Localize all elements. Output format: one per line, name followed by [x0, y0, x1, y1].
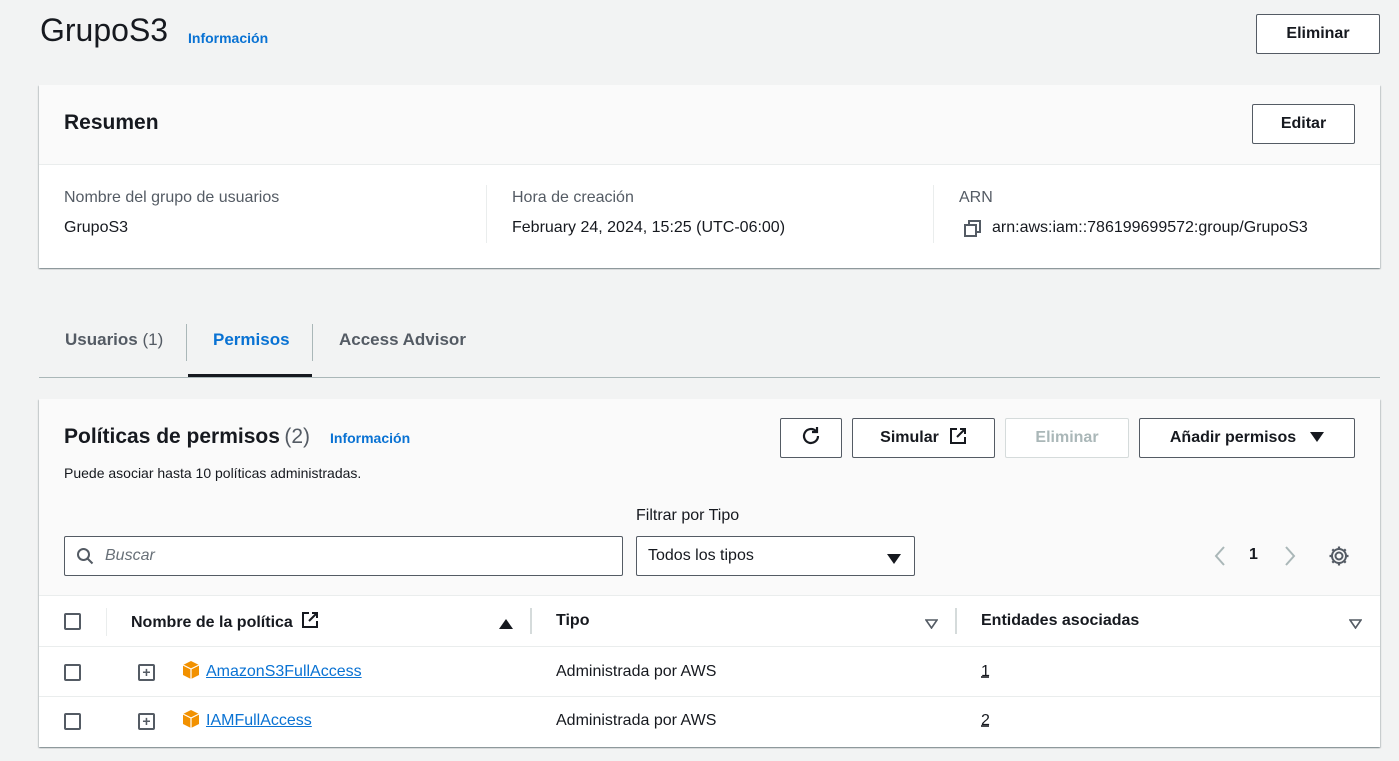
- column-header-policy-name[interactable]: Nombre de la política: [131, 611, 319, 634]
- chevron-left-icon[interactable]: [1214, 545, 1226, 572]
- entities-count[interactable]: 2: [981, 712, 990, 730]
- aws-policy-icon: [181, 709, 201, 734]
- expand-icon[interactable]: +: [138, 713, 155, 730]
- creation-time-value: February 24, 2024, 15:25 (UTC-06:00): [512, 219, 786, 236]
- arn-value: arn:aws:iam::786199699572:group/GrupoS3: [992, 219, 1308, 236]
- edit-button[interactable]: Editar: [1252, 104, 1355, 144]
- gear-icon[interactable]: [1328, 545, 1350, 572]
- external-link-icon: [301, 611, 319, 634]
- policy-link[interactable]: AmazonS3FullAccess: [206, 663, 362, 681]
- copy-icon[interactable]: [964, 220, 982, 243]
- tab-users[interactable]: Usuarios (1): [65, 330, 163, 350]
- policies-info-link[interactable]: Información: [330, 430, 410, 446]
- external-link-icon: [949, 427, 967, 450]
- summary-header: [39, 85, 1380, 165]
- sort-icon[interactable]: [924, 616, 939, 634]
- arn-label: ARN: [959, 189, 993, 206]
- tab-separator: [312, 324, 313, 361]
- policy-type: Administrada por AWS: [556, 663, 717, 680]
- policy-link[interactable]: IAMFullAccess: [206, 712, 312, 730]
- tab-underline: [39, 377, 1380, 378]
- tab-access-advisor[interactable]: Access Advisor: [339, 330, 466, 350]
- col-separator: [530, 608, 532, 634]
- policy-type: Administrada por AWS: [556, 712, 717, 729]
- search-icon: [76, 547, 94, 570]
- search-placeholder: Buscar: [105, 547, 155, 564]
- select-all-checkbox[interactable]: [64, 613, 81, 630]
- search-input[interactable]: Buscar: [64, 536, 623, 576]
- group-name-label: Nombre del grupo de usuarios: [64, 189, 280, 206]
- caret-down-icon: [887, 551, 901, 569]
- filter-label: Filtrar por Tipo: [636, 507, 740, 524]
- group-name-value: GrupoS3: [64, 219, 129, 236]
- col-separator: [106, 608, 107, 636]
- caret-down-icon: [1310, 429, 1325, 447]
- col-separator: [955, 608, 957, 634]
- refresh-icon: [800, 425, 822, 452]
- simulate-button[interactable]: Simular: [852, 418, 995, 458]
- table-row: + AmazonS3FullAccess Administrada por AW…: [39, 647, 1380, 696]
- tab-permissions[interactable]: Permisos: [213, 330, 290, 350]
- table-row: + IAMFullAccess Administrada por AWS 2: [39, 697, 1380, 746]
- sort-icon[interactable]: [1348, 616, 1363, 634]
- expand-icon[interactable]: +: [138, 664, 155, 681]
- refresh-button[interactable]: [780, 418, 842, 458]
- delete-policy-button[interactable]: Eliminar: [1005, 418, 1129, 458]
- tab-separator: [186, 324, 187, 361]
- creation-time-label: Hora de creación: [512, 189, 634, 206]
- divider: [933, 185, 934, 243]
- divider: [486, 185, 487, 243]
- policies-title: Políticas de permisos (2): [64, 425, 311, 448]
- summary-title: Resumen: [64, 111, 159, 134]
- add-permissions-button[interactable]: Añadir permisos: [1139, 418, 1355, 458]
- aws-policy-icon: [181, 660, 201, 685]
- row-checkbox[interactable]: [64, 713, 81, 730]
- chevron-right-icon[interactable]: [1284, 545, 1296, 572]
- delete-group-button[interactable]: Eliminar: [1256, 14, 1380, 54]
- row-checkbox[interactable]: [64, 664, 81, 681]
- page-number[interactable]: 1: [1249, 546, 1258, 564]
- page-title: GrupoS3: [40, 12, 169, 48]
- column-header-entities[interactable]: Entidades asociadas: [981, 612, 1139, 630]
- sort-ascending-icon[interactable]: [499, 616, 513, 634]
- policies-description: Puede asociar hasta 10 políticas adminis…: [64, 465, 362, 481]
- entities-count[interactable]: 1: [981, 663, 990, 681]
- summary-card: Resumen Editar Nombre del grupo de usuar…: [39, 85, 1380, 268]
- type-filter-value: Todos los tipos: [648, 547, 754, 564]
- column-header-type[interactable]: Tipo: [556, 612, 589, 630]
- info-link[interactable]: Información: [188, 30, 268, 46]
- type-filter-select[interactable]: Todos los tipos: [636, 536, 915, 576]
